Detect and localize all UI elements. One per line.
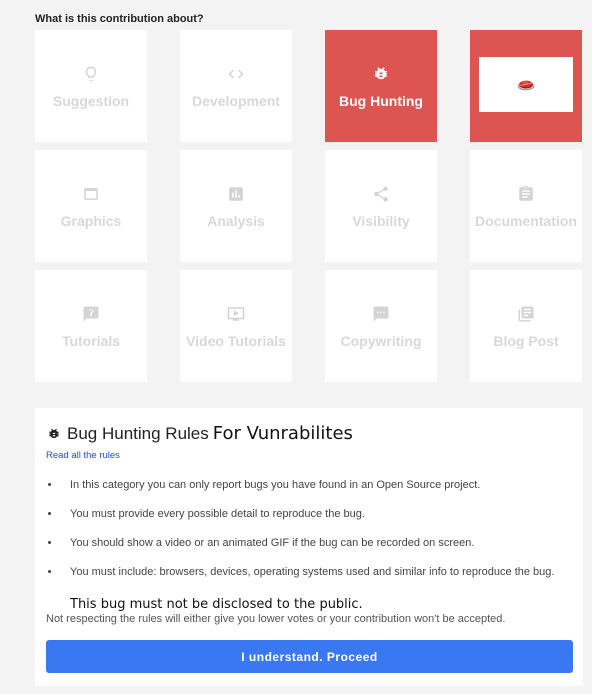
category-label: Copywriting	[340, 333, 422, 349]
category-label: Development	[192, 93, 280, 109]
clipboard-icon	[517, 183, 535, 205]
section-heading: What is this contribution about?	[35, 13, 204, 25]
rules-warning: Not respecting the rules will either giv…	[46, 613, 506, 625]
proceed-button[interactable]: I understand. Proceed	[46, 640, 573, 673]
category-copywriting[interactable]: Copywriting	[325, 270, 437, 382]
rules-list: In this category you can only report bug…	[46, 478, 566, 594]
lightbulb-icon	[82, 63, 100, 85]
category-blog-post[interactable]: Blog Post	[470, 270, 582, 382]
category-visibility[interactable]: Visibility	[325, 150, 437, 262]
category-label: Suggestion	[52, 93, 130, 109]
help-bubble-icon	[82, 303, 100, 325]
category-label: Documentation	[475, 213, 577, 229]
category-label: Graphics	[60, 213, 122, 229]
rules-panel: Bug Hunting Rules For Vunrabilites Read …	[35, 408, 583, 686]
rule-item: You must include: browsers, devices, ope…	[46, 565, 566, 579]
bar-chart-icon	[227, 183, 245, 205]
category-label: Visibility	[352, 213, 410, 229]
rule-item: In this category you can only report bug…	[46, 478, 566, 492]
video-icon	[227, 303, 245, 325]
code-icon	[227, 63, 245, 85]
category-grid: Suggestion Development Bug Hunting VULNE…	[35, 30, 582, 382]
window-icon	[82, 183, 100, 205]
category-label: Analysis	[207, 213, 265, 229]
category-label: Video Tutorials	[186, 333, 286, 349]
rules-title-text: Bug Hunting Rules	[67, 424, 209, 443]
category-label: Blog Post	[493, 333, 559, 349]
category-label: Tutorials	[61, 333, 121, 349]
rule-item: You should show a video or an animated G…	[46, 536, 566, 550]
category-development[interactable]: Development	[180, 30, 292, 142]
category-suggestion[interactable]: Suggestion	[35, 30, 147, 142]
category-tutorials[interactable]: Tutorials	[35, 270, 147, 382]
category-bug-hunting[interactable]: Bug Hunting	[325, 30, 437, 142]
read-all-rules-link[interactable]: Read all the rules	[46, 450, 120, 461]
disclosure-note: This bug must not be disclosed to the pu…	[70, 597, 363, 612]
category-graphics[interactable]: Graphics	[35, 150, 147, 262]
category-label: Bug Hunting	[339, 93, 423, 109]
category-documentation[interactable]: Documentation	[470, 150, 582, 262]
library-icon	[517, 303, 535, 325]
rule-item: You must provide every possible detail t…	[46, 507, 566, 521]
bug-icon	[49, 428, 59, 438]
chat-bubble-icon	[372, 303, 390, 325]
category-video-tutorials[interactable]: Video Tutorials	[180, 270, 292, 382]
category-vulnerability-image[interactable]: VULNERABILITY	[470, 30, 582, 142]
category-analysis[interactable]: Analysis	[180, 150, 292, 262]
rules-title-suffix: For Vunrabilites	[212, 423, 353, 444]
vulnerability-button-image: VULNERABILITY	[479, 57, 573, 112]
bug-icon	[372, 63, 390, 85]
share-icon	[372, 183, 390, 205]
rules-title: Bug Hunting Rules For Vunrabilites	[47, 423, 353, 444]
